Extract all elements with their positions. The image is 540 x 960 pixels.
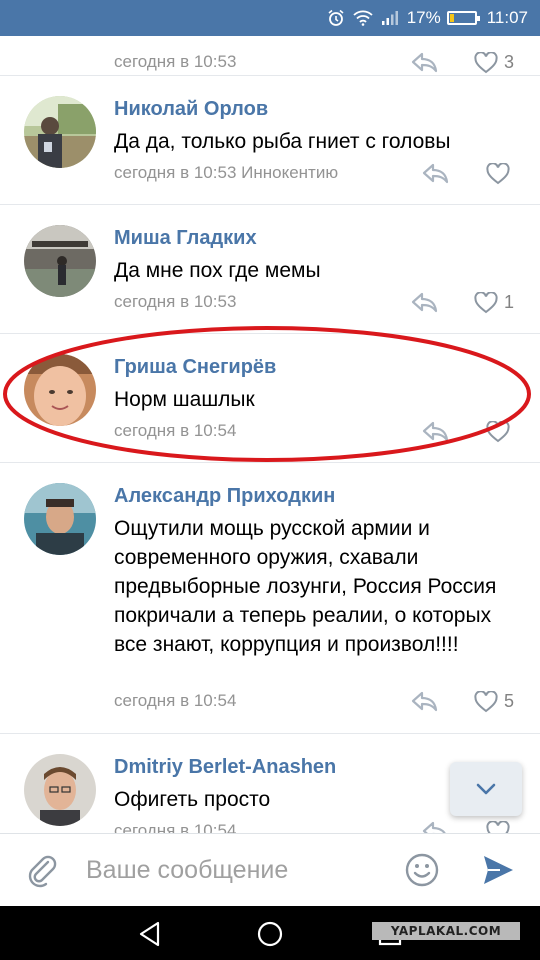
emoji-icon[interactable] — [404, 852, 440, 888]
comment-text: Ощутили мощь русской армии и современног… — [114, 517, 497, 656]
heart-icon[interactable] — [474, 52, 498, 74]
comment-timestamp: сегодня в 10:54 — [114, 691, 237, 710]
comment-author[interactable]: Dmitriy Berlet-Anashen — [114, 756, 336, 779]
back-icon[interactable] — [136, 920, 164, 948]
paperclip-icon[interactable] — [24, 852, 60, 888]
comment-timestamp: сегодня в 10:54 — [114, 821, 237, 833]
reply-icon[interactable] — [410, 51, 438, 73]
heart-icon[interactable] — [486, 821, 510, 833]
clock: 11:07 — [486, 8, 528, 27]
watermark: YAPLAKAL.COM — [372, 922, 520, 940]
comment-author[interactable]: Александр Приходкин — [114, 485, 335, 508]
alarm-icon — [327, 9, 345, 27]
avatar[interactable] — [24, 96, 96, 168]
avatar[interactable] — [24, 754, 96, 826]
comment-item: Александр Приходкин Ощутили мощь русской… — [0, 463, 540, 734]
battery-percent: 17% — [406, 8, 441, 27]
scroll-down-button[interactable] — [450, 762, 522, 816]
comment-list[interactable]: сегодня в 10:53 3 Николай Орлов Да да, т… — [0, 36, 540, 833]
comment-item: Гриша Снегирёв Норм шашлык сегодня в 10:… — [0, 334, 540, 463]
like-count: 5 — [504, 691, 515, 711]
home-icon[interactable] — [256, 920, 284, 948]
signal-icon — [381, 10, 399, 26]
reply-icon[interactable] — [410, 291, 438, 313]
comment-timestamp: сегодня в 10:53 — [114, 292, 237, 311]
comment-text: Норм шашлык — [114, 388, 255, 411]
status-bar: 17% 11:07 — [0, 0, 540, 36]
heart-icon[interactable] — [486, 421, 510, 443]
comment-timestamp: сегодня в 10:54 — [114, 421, 237, 440]
message-input[interactable]: Ваше сообщение — [86, 856, 288, 885]
wifi-icon — [353, 10, 373, 26]
like-count: 1 — [504, 292, 515, 312]
heart-icon[interactable] — [474, 292, 498, 314]
comment-timestamp: сегодня в 10:53 — [114, 52, 237, 71]
reply-icon[interactable] — [410, 690, 438, 712]
reply-icon[interactable] — [421, 820, 449, 833]
chevron-down-icon — [476, 783, 496, 795]
comment-text: Да да, только рыба гниет с головы — [114, 130, 451, 153]
heart-icon[interactable] — [474, 691, 498, 713]
comment-author[interactable]: Николай Орлов — [114, 98, 268, 121]
comment-item: сегодня в 10:53 3 — [0, 36, 540, 76]
reply-icon[interactable] — [421, 162, 449, 184]
avatar[interactable] — [24, 483, 96, 555]
comment-item: Миша Гладких Да мне пох где мемы сегодня… — [0, 205, 540, 334]
avatar[interactable] — [24, 225, 96, 297]
like-count: 3 — [504, 52, 515, 72]
comment-text: Да мне пох где мемы — [114, 259, 321, 282]
battery-icon — [446, 11, 480, 25]
avatar[interactable] — [24, 354, 96, 426]
reply-icon[interactable] — [421, 420, 449, 442]
message-composer: Ваше сообщение — [0, 833, 540, 906]
comment-author[interactable]: Миша Гладких — [114, 227, 257, 250]
comment-timestamp: сегодня в 10:53 Иннокентию — [114, 163, 339, 182]
heart-icon[interactable] — [486, 163, 510, 185]
send-icon[interactable] — [480, 852, 516, 888]
comment-item: Николай Орлов Да да, только рыба гниет с… — [0, 76, 540, 205]
comment-author[interactable]: Гриша Снегирёв — [114, 356, 276, 379]
battery-fill — [449, 14, 454, 22]
